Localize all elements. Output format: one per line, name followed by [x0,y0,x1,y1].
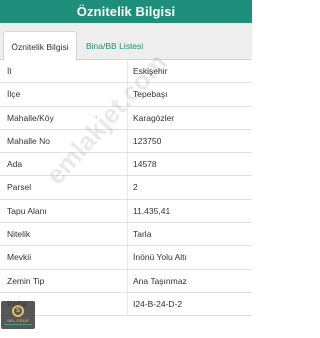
row-label: İl [7,66,12,76]
row-value: Karagözler [133,112,175,123]
attribute-table: İl Eskişehir İlçe Tepebaşı Mahalle/Köy K… [0,60,252,317]
tab-building-list-label: Bina/BB Listesi [86,40,144,51]
column-divider [127,60,128,83]
tab-building-list[interactable]: Bina/BB Listesi [86,31,143,60]
row-value: İnönü Yolu Altı [133,252,187,263]
table-row: Mevkii İnönü Yolu Altı [0,246,252,270]
column-divider [127,153,128,176]
table-row: Nitelik Tarla [0,223,252,247]
row-label: Nitelik [7,229,31,240]
row-value: 14578 [133,159,157,170]
row-value: Ana Taşınmaz [133,275,187,286]
column-divider [127,223,128,246]
row-value: I24-B-24-D-2 [133,298,183,309]
table-row: İl Eskişehir [0,60,252,84]
table-row: Parsel 2 [0,176,252,200]
logo-mark-icon: S [12,305,24,317]
tab-attribute-info-label: Öznitelik Bilgisi [11,41,69,52]
logo-text: SEL GRUP [7,318,29,323]
row-label: Ada [7,159,23,170]
tab-attribute-info[interactable]: Öznitelik Bilgisi [3,31,77,61]
column-divider [127,269,128,292]
column-divider [127,199,128,223]
page-title: Öznitelik Bilgisi [76,4,176,19]
row-value: 2 [133,182,138,193]
row-value: 11.435,41 [133,205,171,216]
table-row: Pafta I24-B-24-D-2 [0,292,252,317]
table-row: Mahalle/Köy Karagözler [0,106,252,130]
row-label: Mevkii [7,252,32,263]
column-divider [127,83,128,106]
column-divider [127,106,128,129]
row-label: Zemin Tip [7,275,45,286]
row-label: Mahalle/Köy [7,112,54,123]
column-divider [127,176,128,199]
agency-logo: S SEL GRUP [1,301,35,329]
row-label: Parsel [7,182,32,193]
table-row: Mahalle No 123750 [0,129,252,154]
table-row: Zemin Tip Ana Taşınmaz [0,269,252,293]
row-value: Tepebaşı [133,89,168,100]
row-label: İlçe [7,89,21,100]
app-header: Öznitelik Bilgisi [0,0,252,23]
column-divider [127,246,128,269]
tab-bar: Öznitelik Bilgisi Bina/BB Listesi [0,23,252,61]
row-value: Eskişehir [133,66,168,76]
column-divider [127,292,128,316]
row-label: Mahalle No [7,135,50,146]
logo-bar [4,324,32,325]
row-value: Tarla [133,229,152,240]
table-row: Ada 14578 [0,153,252,177]
table-row: İlçe Tepebaşı [0,83,252,107]
row-label: Tapu Alanı [7,205,47,216]
row-value: 123750 [133,135,162,146]
column-divider [127,129,128,153]
table-row: Tapu Alanı 11.435,41 [0,199,252,224]
